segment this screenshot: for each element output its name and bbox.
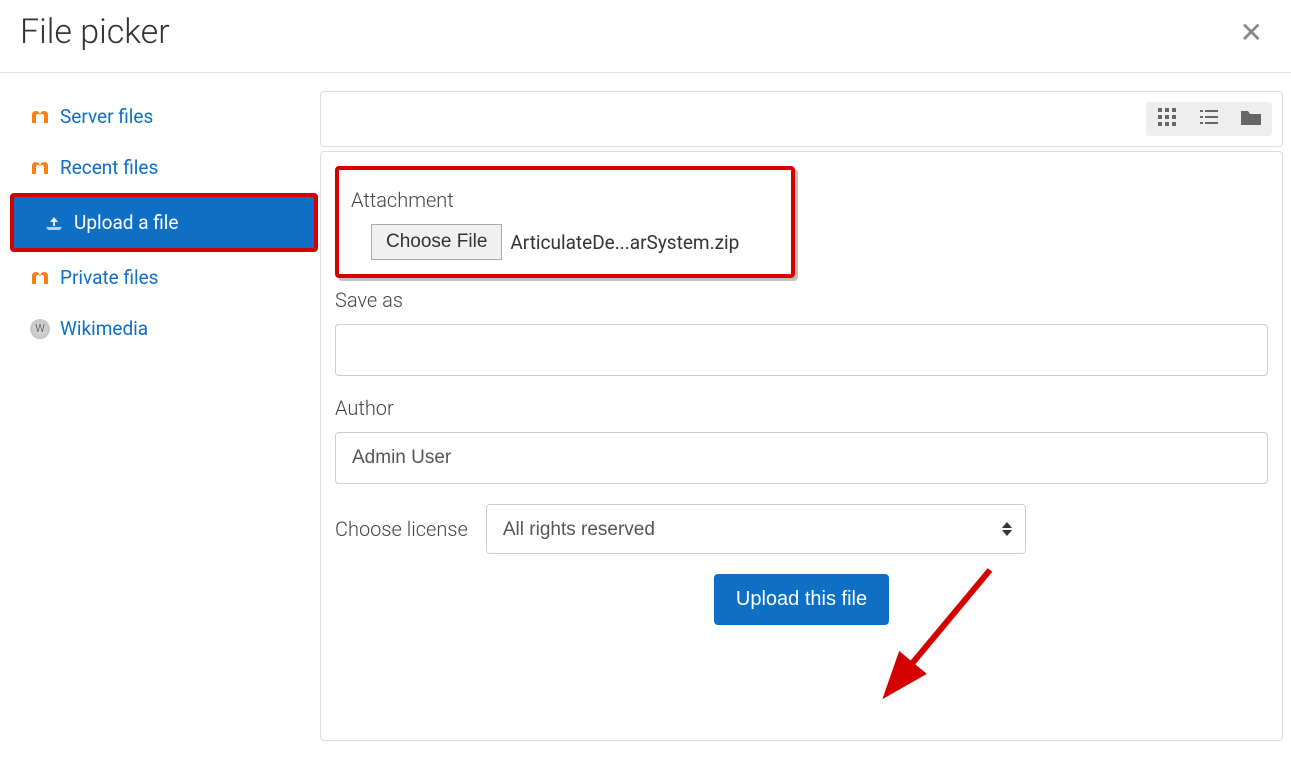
dialog-content: Server files Recent files Upload a file … (0, 73, 1291, 741)
moodle-icon (30, 270, 50, 286)
sidebar-item-label: Upload a file (74, 211, 178, 234)
sidebar-item-label: Server files (60, 105, 153, 128)
upload-file-button[interactable]: Upload this file (714, 574, 889, 625)
close-button[interactable]: ✕ (1232, 16, 1271, 49)
file-input-row: Choose File ArticulateDe...arSystem.zip (371, 224, 779, 260)
repository-sidebar: Server files Recent files Upload a file … (0, 73, 320, 741)
sidebar-item-label: Wikimedia (60, 317, 148, 340)
selected-filename: ArticulateDe...arSystem.zip (510, 231, 739, 254)
grid-icon (1158, 108, 1176, 130)
dialog-header: File picker ✕ (0, 0, 1291, 73)
sidebar-item-label: Recent files (60, 156, 158, 179)
upload-form: Attachment Choose File ArticulateDe...ar… (320, 151, 1283, 741)
list-icon (1200, 109, 1218, 129)
choose-file-button[interactable]: Choose File (371, 224, 502, 260)
view-list-button[interactable] (1188, 102, 1230, 136)
sidebar-item-recent-files[interactable]: Recent files (0, 142, 320, 193)
main-panel: Attachment Choose File ArticulateDe...ar… (320, 73, 1291, 741)
license-group: Choose license All rights reserved (335, 504, 1268, 554)
view-grid-button[interactable] (1146, 102, 1188, 136)
author-group: Author (335, 396, 1268, 484)
view-mode-buttons (1146, 102, 1272, 136)
author-input[interactable] (335, 432, 1268, 484)
close-icon: ✕ (1240, 17, 1263, 48)
submit-row: Upload this file (335, 574, 1268, 625)
sidebar-item-server-files[interactable]: Server files (0, 91, 320, 142)
wikimedia-icon: W (30, 319, 50, 339)
attachment-label: Attachment (351, 188, 779, 212)
sidebar-item-upload-file[interactable]: Upload a file (10, 193, 318, 252)
save-as-label: Save as (335, 288, 1268, 312)
author-label: Author (335, 396, 1268, 420)
view-toolbar (320, 91, 1283, 147)
save-as-group: Save as (335, 288, 1268, 376)
license-label: Choose license (335, 517, 468, 541)
sidebar-item-label: Private files (60, 266, 158, 289)
sidebar-item-private-files[interactable]: Private files (0, 252, 320, 303)
save-as-input[interactable] (335, 324, 1268, 376)
moodle-icon (30, 109, 50, 125)
license-select[interactable]: All rights reserved (486, 504, 1026, 554)
dialog-title: File picker (20, 12, 170, 52)
view-tree-button[interactable] (1230, 102, 1272, 136)
folder-icon (1241, 109, 1261, 129)
upload-icon (44, 215, 64, 231)
sidebar-item-wikimedia[interactable]: W Wikimedia (0, 303, 320, 354)
attachment-section: Attachment Choose File ArticulateDe...ar… (335, 166, 795, 278)
moodle-icon (30, 160, 50, 176)
